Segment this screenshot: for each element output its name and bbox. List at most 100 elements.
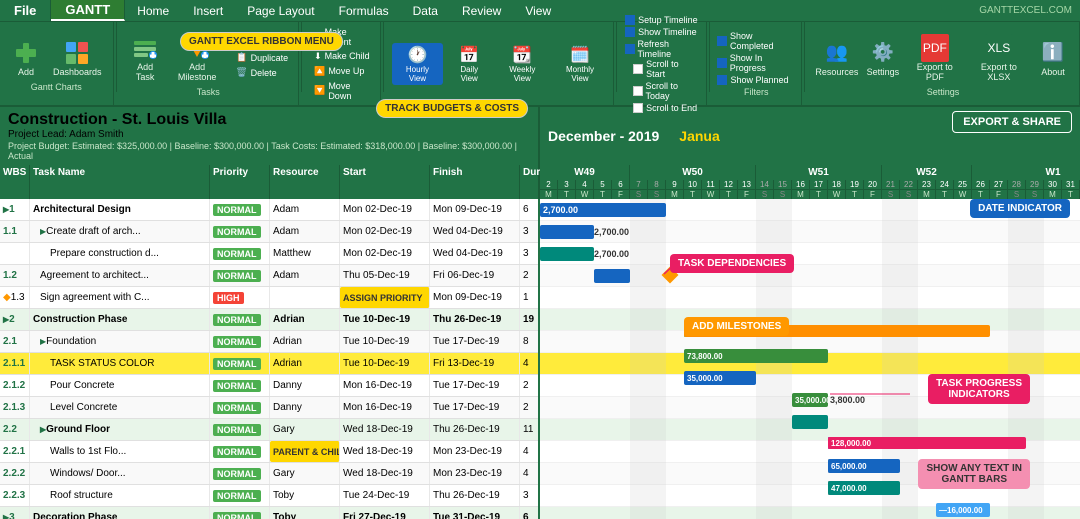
tab-view[interactable]: View bbox=[513, 0, 563, 21]
settings-icon: ⚙️ bbox=[869, 39, 897, 67]
tab-gantt[interactable]: GANTT bbox=[51, 0, 125, 21]
ribbon-views: 🕐 Hourly View 📅 Daily View 📆 Weekly View… bbox=[386, 22, 614, 105]
move-up-icon: 🔼 bbox=[314, 66, 325, 77]
bar-row3 bbox=[540, 247, 594, 261]
show-timeline-cb[interactable]: Show Timeline bbox=[625, 27, 699, 37]
ribbon-menu-callout: GANTT EXCEL RIBBON MENU bbox=[180, 32, 343, 51]
day-label-row: 2 3 4 5 6 7 8 9 10 11 12 13 14 15 16 17 … bbox=[540, 180, 1080, 189]
move-up-label: Move Up bbox=[328, 66, 364, 76]
monthly-icon: 🗓️ bbox=[570, 45, 590, 65]
main-content: ▶ 1 Architectural Design NORMAL Adam Mon… bbox=[0, 199, 1080, 519]
settings-label: Settings bbox=[867, 67, 900, 77]
tab-file[interactable]: File bbox=[0, 0, 51, 21]
export-pdf-button[interactable]: PDF Export to PDF bbox=[905, 31, 965, 85]
tab-page-layout[interactable]: Page Layout bbox=[235, 0, 326, 21]
settings-section-label: Settings bbox=[927, 87, 960, 97]
add-task-button[interactable]: Add Task bbox=[124, 31, 165, 85]
tab-home[interactable]: Home bbox=[125, 0, 181, 21]
weekly-view-button[interactable]: 📆 Weekly View bbox=[496, 43, 549, 85]
scroll-start-cb[interactable]: Scroll to Start bbox=[633, 59, 699, 79]
delete-icon: 🗑️ bbox=[236, 67, 247, 78]
export-xlsx-button[interactable]: XLS Export to XLSX bbox=[967, 31, 1031, 85]
delete-button[interactable]: 🗑️ Delete bbox=[232, 66, 292, 79]
table-row[interactable]: ▶ 3 Decoration Phase NORMAL Toby Fri 27-… bbox=[0, 507, 538, 519]
table-row[interactable]: 2.2 ▶ Ground Floor NORMAL Gary Wed 18-De… bbox=[0, 419, 538, 441]
header-start: Start bbox=[340, 165, 430, 199]
table-row[interactable]: 2.1.1 TASK STATUS COLOR NORMAL Adrian Tu… bbox=[0, 353, 538, 375]
ribbon-tasks: Add Task Add Milestone ✏️ Edit bbox=[118, 22, 299, 105]
date-indicator-callout: DATE INDICATOR bbox=[970, 199, 1070, 218]
bar-value3: 2,700.00 bbox=[594, 249, 629, 259]
export-pdf-label: Export to PDF bbox=[910, 62, 960, 82]
table-row[interactable]: ◆ 1.3 Sign agreement with C... HIGH ASSI… bbox=[0, 287, 538, 309]
gantt-charts-label: Gantt Charts bbox=[31, 82, 82, 92]
task-table[interactable]: ▶ 1 Architectural Design NORMAL Adam Mon… bbox=[0, 199, 540, 519]
table-row[interactable]: 2.2.3 Roof structure NORMAL Toby Tue 24-… bbox=[0, 485, 538, 507]
ribbon: Add Dashboards Gantt Charts bbox=[0, 22, 1080, 107]
table-row[interactable]: ▶ 1 Architectural Design NORMAL Adam Mon… bbox=[0, 199, 538, 221]
track-budgets-container: TRACK BUDGETS & COSTS bbox=[376, 99, 528, 118]
bar-row13: 47,000.00 bbox=[828, 481, 900, 495]
export-share-button[interactable]: EXPORT & SHARE bbox=[952, 111, 1072, 133]
gantt-time-headers: W49 W50 W51 W52 W1 2 3 4 5 6 7 8 9 10 11… bbox=[540, 165, 1080, 199]
gantt-logo: GANTTEXCEL.COM bbox=[971, 0, 1080, 21]
scroll-today-cb[interactable]: Scroll to Today bbox=[633, 81, 699, 101]
bar-row10 bbox=[792, 415, 828, 429]
dashboard-button[interactable]: Dashboards bbox=[48, 36, 107, 80]
make-child-label: Make Child bbox=[325, 51, 370, 61]
ribbon-filters: Show Completed Show In Progress Show Pla… bbox=[711, 22, 802, 105]
table-row[interactable]: 1.2 Agreement to architect... NORMAL Ada… bbox=[0, 265, 538, 287]
tab-formulas[interactable]: Formulas bbox=[327, 0, 401, 21]
settings-button[interactable]: ⚙️ Settings bbox=[863, 36, 903, 80]
daily-view-button[interactable]: 📅 Daily View bbox=[447, 43, 492, 85]
ribbon-gantt-charts: Add Dashboards Gantt Charts bbox=[0, 22, 114, 105]
table-row[interactable]: 2.2.1 Walls to 1st Flo... NORMAL PARENT … bbox=[0, 441, 538, 463]
make-child-button[interactable]: ⬇ Make Child bbox=[310, 50, 374, 63]
refresh-timeline-cb[interactable]: Refresh Timeline bbox=[625, 39, 699, 59]
bar-row14: —16,000.00 bbox=[936, 503, 990, 517]
about-button[interactable]: ℹ️ About bbox=[1033, 36, 1073, 80]
show-completed-cb[interactable]: Show Completed bbox=[717, 31, 795, 51]
track-budgets-callout: TRACK BUDGETS & COSTS bbox=[376, 99, 528, 118]
month-header: December - 2019 Janua EXPORT & SHARE bbox=[540, 107, 1080, 165]
weekly-label: Weekly View bbox=[502, 65, 543, 83]
week-w52: W52 bbox=[882, 165, 972, 180]
tabs-bar: File GANTT Home Insert Page Layout Formu… bbox=[0, 0, 1080, 22]
bar-val9: 3,800.00 bbox=[830, 395, 865, 405]
table-row[interactable]: 2.2.2 Windows/ Door... NORMAL Gary Wed 1… bbox=[0, 463, 538, 485]
add-button[interactable]: Add bbox=[6, 36, 46, 80]
table-row[interactable]: 1.1 ▶ Create draft of arch... NORMAL Ada… bbox=[0, 221, 538, 243]
table-row[interactable]: Prepare construction d... NORMAL Matthew… bbox=[0, 243, 538, 265]
move-down-button[interactable]: 🔽 Move Down bbox=[310, 80, 374, 102]
add-label: Add bbox=[18, 67, 34, 77]
header-wbs: WBS bbox=[0, 165, 30, 199]
monthly-view-button[interactable]: 🗓️ Monthly View bbox=[553, 43, 608, 85]
table-row[interactable]: 2.1 ▶ Foundation NORMAL Adrian Tue 10-De… bbox=[0, 331, 538, 353]
tab-insert[interactable]: Insert bbox=[181, 0, 235, 21]
header-resource: Resource bbox=[270, 165, 340, 199]
table-row[interactable]: 2.1.2 Pour Concrete NORMAL Danny Mon 16-… bbox=[0, 375, 538, 397]
project-lead: Project Lead: Adam Smith bbox=[8, 129, 530, 140]
delete-label: Delete bbox=[251, 68, 277, 78]
project-gantt-header: Construction - St. Louis Villa Project L… bbox=[0, 107, 1080, 165]
resources-label: Resources bbox=[815, 67, 858, 77]
table-row[interactable]: 2.1.3 Level Concrete NORMAL Danny Mon 16… bbox=[0, 397, 538, 419]
show-in-progress-cb[interactable]: Show In Progress bbox=[717, 53, 795, 73]
resources-button[interactable]: 👥 Resources bbox=[813, 36, 861, 80]
bar-row7: 73,800.00 bbox=[684, 349, 828, 363]
project-info: Construction - St. Louis Villa Project L… bbox=[0, 107, 540, 165]
setup-timeline-cb[interactable]: Setup Timeline bbox=[625, 15, 699, 25]
tab-review[interactable]: Review bbox=[450, 0, 513, 21]
child-icon: ⬇ bbox=[314, 51, 322, 62]
task-progress-callout: TASK PROGRESSINDICATORS bbox=[928, 374, 1030, 404]
december-label: December - 2019 bbox=[548, 128, 659, 144]
task-dependencies-callout: TASK DEPENDENCIES bbox=[670, 254, 794, 273]
table-headers: WBS Task Name Priority Resource Start Fi… bbox=[0, 165, 540, 199]
move-up-button[interactable]: 🔼 Move Up bbox=[310, 65, 374, 78]
tab-data[interactable]: Data bbox=[401, 0, 450, 21]
hourly-view-button[interactable]: 🕐 Hourly View bbox=[392, 43, 442, 85]
table-row[interactable]: ▶ 2 Construction Phase NORMAL Adrian Tue… bbox=[0, 309, 538, 331]
about-icon: ℹ️ bbox=[1039, 39, 1067, 67]
show-planned-cb[interactable]: Show Planned bbox=[717, 75, 795, 85]
duplicate-button[interactable]: 📋 Duplicate bbox=[232, 51, 292, 64]
